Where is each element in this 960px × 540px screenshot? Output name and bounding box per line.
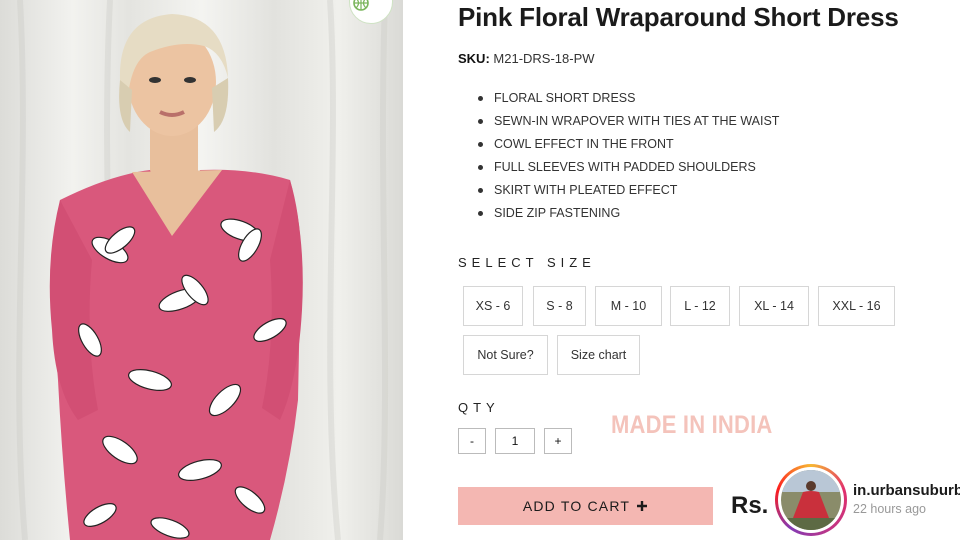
sku: SKU: M21-DRS-18-PW <box>458 51 595 66</box>
product-image[interactable] <box>0 0 403 540</box>
qty-increase-button[interactable]: + <box>544 428 572 454</box>
feature-item: SEWN-IN WRAPOVER WITH TIES AT THE WAIST <box>478 113 779 136</box>
globe-icon <box>353 0 369 11</box>
plus-icon <box>637 501 648 511</box>
size-option-m[interactable]: M - 10 <box>595 286 662 326</box>
product-title: Pink Floral Wraparound Short Dress <box>458 2 899 32</box>
size-chart-button[interactable]: Size chart <box>557 335 640 375</box>
add-to-cart-label: ADD TO CART <box>522 498 631 514</box>
size-option-xxl[interactable]: XXL - 16 <box>818 286 895 326</box>
avatar[interactable] <box>775 464 847 536</box>
price-currency: Rs. <box>731 492 769 519</box>
feature-item: FULL SLEEVES WITH PADDED SHOULDERS <box>478 159 779 182</box>
made-in-india-badge: MADE IN INDIA <box>611 410 773 439</box>
notification-timestamp: 22 hours ago <box>853 502 926 516</box>
feature-item: SIDE ZIP FASTENING <box>478 205 779 228</box>
add-to-cart-button[interactable]: ADD TO CART <box>458 487 713 525</box>
feature-item: COWL EFFECT IN THE FRONT <box>478 136 779 159</box>
feature-list: FLORAL SHORT DRESS SEWN-IN WRAPOVER WITH… <box>478 90 779 228</box>
instagram-handle[interactable]: in.urbansuburb <box>853 482 960 499</box>
size-option-xl[interactable]: XL - 14 <box>739 286 809 326</box>
size-option-s[interactable]: S - 8 <box>533 286 586 326</box>
sku-label: SKU: <box>458 51 490 66</box>
model-illustration <box>16 0 389 540</box>
qty-decrease-button[interactable]: - <box>458 428 486 454</box>
size-option-xs[interactable]: XS - 6 <box>463 286 523 326</box>
size-option-l[interactable]: L - 12 <box>670 286 730 326</box>
feature-item: FLORAL SHORT DRESS <box>478 90 779 113</box>
qty-label: QTY <box>458 400 500 415</box>
sku-value: M21-DRS-18-PW <box>493 51 595 66</box>
select-size-label: SELECT SIZE <box>458 255 596 270</box>
avatar-photo <box>781 470 841 530</box>
not-sure-button[interactable]: Not Sure? <box>463 335 548 375</box>
instagram-notification[interactable]: in.urbansuburb 22 hours ago <box>775 464 960 540</box>
qty-input[interactable]: 1 <box>495 428 535 454</box>
feature-item: SKIRT WITH PLEATED EFFECT <box>478 182 779 205</box>
